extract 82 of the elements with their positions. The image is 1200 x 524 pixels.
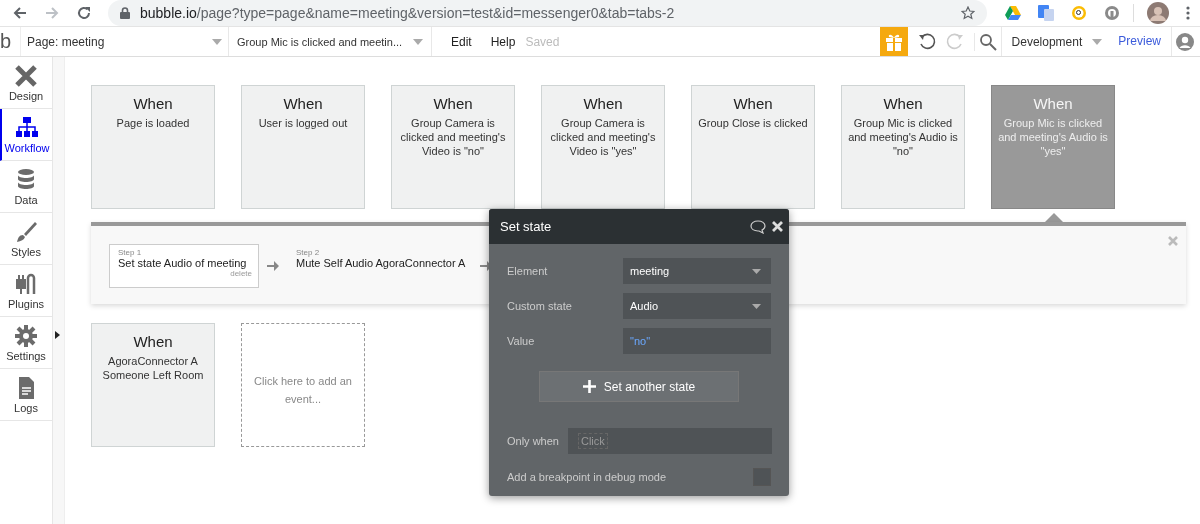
dropdown[interactable]: meeting xyxy=(623,258,771,284)
expand-arrow-icon[interactable] xyxy=(55,331,60,339)
avatar-icon[interactable] xyxy=(1147,2,1169,24)
address-bar[interactable]: bubble.io/page?type=page&name=meeting&version=test&id=messenger0&tab=tabs-2 xyxy=(108,0,987,26)
event-title: When xyxy=(282,95,324,112)
magnifier-icon[interactable] xyxy=(1071,5,1087,21)
step-label: Step 2 xyxy=(296,248,321,257)
comment-icon[interactable] xyxy=(750,219,766,234)
step-label: Step 1 xyxy=(118,248,143,257)
sidebar-tab[interactable]: Plugins xyxy=(0,265,52,317)
event-title: When xyxy=(882,95,924,112)
back-icon[interactable] xyxy=(12,5,28,21)
event-title: When xyxy=(132,333,174,350)
event-description: Group Mic is clicked and meeting's Audio is "yes" xyxy=(997,116,1109,158)
gift-icon xyxy=(884,32,903,51)
plus-icon xyxy=(582,380,596,393)
lock-icon xyxy=(120,7,130,19)
caret-icon xyxy=(413,38,423,45)
dropdown[interactable]: Audio xyxy=(623,293,771,319)
add-event-card[interactable]: Click here to add an event... xyxy=(241,323,365,447)
reload-icon[interactable] xyxy=(76,5,92,21)
event-description: Group Camera is clicked and meeting's Video is "yes" xyxy=(549,116,657,158)
url-text: bubble.io/page?type=page&name=meeting&version=test&id=messenger0&tab=tabs-2 xyxy=(140,5,676,21)
caret-icon xyxy=(1092,38,1103,45)
event-card[interactable]: When User is logged out xyxy=(241,85,365,209)
event-title: When xyxy=(732,95,774,112)
event-dropdown[interactable]: Group Mic is clicked and meetin... xyxy=(229,27,432,56)
caret-icon xyxy=(212,38,222,45)
field-label: Element xyxy=(507,265,548,277)
account-icon[interactable] xyxy=(1176,32,1194,51)
app-logo[interactable]: b xyxy=(0,27,21,56)
extension-icon[interactable] xyxy=(1104,5,1120,21)
event-card[interactable]: When Group Camera is clicked and meeting's Video is "yes" xyxy=(541,85,665,209)
checkbox-label: Add a breakpoint in debug mode xyxy=(507,471,666,483)
field-label: Value xyxy=(507,335,535,347)
workflow-icon xyxy=(15,115,39,140)
event-title: When xyxy=(132,95,174,112)
star-icon[interactable] xyxy=(961,6,975,20)
undo-icon[interactable] xyxy=(917,32,936,51)
event-card[interactable]: When Page is loaded xyxy=(91,85,215,209)
arrow-icon xyxy=(267,260,279,272)
save-status: Saved xyxy=(525,34,560,49)
event-title: When xyxy=(1032,95,1074,112)
workflow-step[interactable]: Step 1 Set state Audio of meeting delete xyxy=(109,244,259,288)
caret-icon xyxy=(752,268,761,274)
menu-item[interactable]: Edit xyxy=(451,34,472,49)
drive-icon[interactable] xyxy=(1005,6,1021,20)
event-description: Group Close is clicked xyxy=(697,116,809,130)
gear-icon xyxy=(14,323,38,348)
plug-icon xyxy=(14,271,38,296)
sidebar-tab[interactable]: Data xyxy=(0,161,52,213)
event-description: Group Mic is clicked and meeting's Audio is "no" xyxy=(847,116,959,158)
sidebar-tab[interactable]: Settings xyxy=(0,317,52,369)
event-description: AgoraConnector A Someone Left Room xyxy=(101,354,205,382)
menu-item[interactable]: Help xyxy=(490,34,516,49)
page-dropdown[interactable]: Page: meeting xyxy=(21,27,229,56)
sidebar-tab[interactable]: Styles xyxy=(0,213,52,265)
field-label: Only when xyxy=(507,435,559,447)
environment-dropdown[interactable]: Development xyxy=(1000,27,1111,56)
event-description: Page is loaded xyxy=(115,116,191,130)
step-action: Set state Audio of meeting xyxy=(118,257,248,269)
event-title: When xyxy=(432,95,474,112)
add-event-text: Click here to add an event... xyxy=(253,373,353,407)
preview-link[interactable]: Preview xyxy=(1110,27,1172,56)
event-description: User is logged out xyxy=(257,116,349,130)
set-another-state-button[interactable]: Set another state xyxy=(539,371,739,402)
sidebar-tab[interactable]: Logs xyxy=(0,369,52,421)
close-icon[interactable] xyxy=(772,221,783,232)
menu-icon[interactable] xyxy=(1186,6,1190,20)
brush-icon xyxy=(14,219,38,244)
sidebar-tab[interactable]: Design xyxy=(0,57,52,109)
field-label: Custom state xyxy=(507,300,572,312)
event-description: Group Camera is clicked and meeting's Video is "no" xyxy=(399,116,507,158)
translate-icon[interactable] xyxy=(1038,5,1054,21)
event-card[interactable]: When Group Camera is clicked and meeting's Video is "no" xyxy=(391,85,515,209)
event-card[interactable]: When AgoraConnector A Someone Left Room xyxy=(91,323,215,447)
event-title: When xyxy=(582,95,624,112)
event-card[interactable]: When Group Mic is clicked and meeting's Audio is "no" xyxy=(841,85,965,209)
dialog-title: Set state xyxy=(500,219,553,234)
event-card[interactable]: When Group Close is clicked xyxy=(691,85,815,209)
workflow-step[interactable]: Step 2 Mute Self Audio AgoraConnector A xyxy=(287,244,473,288)
step-action: Mute Self Audio AgoraConnector A xyxy=(296,257,466,269)
